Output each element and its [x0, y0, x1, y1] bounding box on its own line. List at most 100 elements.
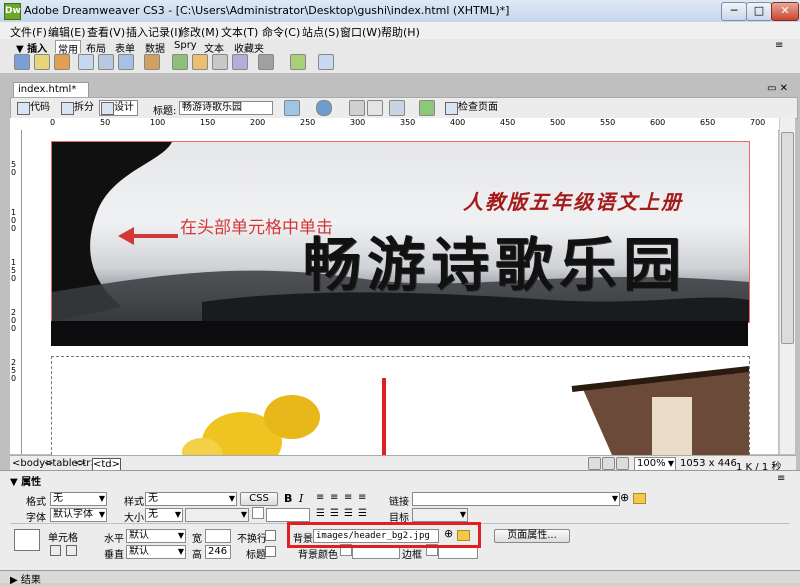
date-icon[interactable] — [172, 54, 188, 70]
insert-panel-header[interactable]: ▼ 插入 — [14, 40, 49, 55]
page-properties-button[interactable]: 页面属性... — [494, 529, 570, 543]
menu-help[interactable]: 帮助(H) — [381, 24, 420, 40]
hand-tool-icon[interactable] — [602, 457, 615, 470]
width-input[interactable] — [205, 529, 231, 543]
menu-window[interactable]: 窗口(W) — [340, 24, 381, 40]
code-view-button[interactable]: 代码 — [15, 100, 54, 116]
code-view-icon — [17, 102, 30, 115]
file-management-icon[interactable] — [284, 100, 300, 116]
select-tool-icon[interactable] — [588, 457, 601, 470]
target-select[interactable]: ▼ — [412, 508, 468, 522]
text-color-swatch[interactable] — [252, 507, 264, 519]
panel-options-icon[interactable]: ≡ — [777, 473, 785, 484]
visual-aids-icon[interactable] — [389, 100, 405, 116]
design-view-label: 设计 — [114, 102, 134, 113]
menu-file[interactable]: 文件(F) — [10, 24, 47, 40]
format-select[interactable]: 无 ▼ — [50, 492, 107, 506]
split-view-button[interactable]: 拆分 — [59, 100, 98, 116]
chevron-down-icon: ▼ — [98, 510, 105, 519]
minimize-button[interactable]: ─ — [721, 2, 747, 21]
maximize-button[interactable]: □ — [746, 2, 772, 21]
font-select[interactable]: 默认字体 ▼ — [50, 508, 107, 522]
validate-markup-icon[interactable] — [419, 100, 435, 116]
check-page-icon — [445, 102, 458, 115]
zoom-select[interactable]: 100% ▼ — [634, 457, 676, 471]
head-icon[interactable] — [232, 54, 248, 70]
window-size[interactable]: 1053 x 446 — [680, 458, 737, 469]
header-checkbox[interactable] — [265, 546, 276, 557]
tab-forms[interactable]: 表单 — [113, 40, 137, 55]
page-title-input[interactable]: 畅游诗歌乐园 — [179, 101, 273, 115]
italic-button[interactable]: I — [299, 492, 303, 505]
tab-data[interactable]: 数据 — [143, 40, 167, 55]
text-color-input[interactable] — [266, 508, 310, 522]
view-options-icon[interactable] — [367, 100, 383, 116]
style-select[interactable]: 无 ▼ — [145, 492, 237, 506]
split-cell-icon[interactable] — [66, 545, 77, 556]
close-button[interactable]: ✕ — [771, 2, 799, 21]
design-view-button[interactable]: 设计 — [99, 100, 138, 116]
indent-icon[interactable]: ☰ — [358, 508, 367, 519]
menu-site[interactable]: 站点(S) — [302, 24, 340, 40]
font-label: 字体 — [26, 513, 46, 524]
align-left-icon[interactable]: ≡ — [316, 492, 324, 503]
align-justify-icon[interactable]: ≡ — [358, 492, 366, 503]
menu-view[interactable]: 查看(V) — [87, 24, 125, 40]
named-anchor-icon[interactable] — [54, 54, 70, 70]
horizontal-align-select[interactable]: 默认 ▼ — [126, 529, 186, 543]
tab-favorites[interactable]: 收藏夹 — [232, 40, 266, 55]
css-button[interactable]: CSS — [240, 492, 278, 506]
tab-layout[interactable]: 布局 — [84, 40, 108, 55]
ruler-mark: 0 — [11, 324, 17, 333]
folder-icon[interactable] — [633, 493, 646, 504]
menu-commands[interactable]: 命令(C) — [262, 24, 300, 40]
properties-header[interactable]: ▼ 属性 — [10, 473, 41, 488]
point-to-file-icon[interactable]: ⊕ — [620, 491, 629, 504]
document-window-controls-icon[interactable]: ▭ ✕ — [767, 83, 788, 94]
check-page-button[interactable]: 检查页面 — [443, 100, 502, 116]
merge-cells-icon[interactable] — [50, 545, 61, 556]
tab-text[interactable]: 文本 — [202, 40, 226, 55]
content-cell[interactable] — [51, 356, 750, 455]
comment-icon[interactable] — [212, 54, 228, 70]
banner-main-title: 畅游诗歌乐园 — [303, 231, 688, 299]
vertical-align-select[interactable]: 默认 ▼ — [126, 545, 186, 559]
horizontal-align-value: 默认 — [129, 530, 149, 541]
menu-text[interactable]: 文本(T) — [221, 24, 258, 40]
menu-edit[interactable]: 编辑(E) — [48, 24, 86, 40]
templates-icon[interactable] — [290, 54, 306, 70]
layer-icon[interactable] — [98, 54, 114, 70]
image-icon[interactable] — [118, 54, 134, 70]
zoom-tool-icon[interactable] — [616, 457, 629, 470]
align-center-icon[interactable]: ≡ — [330, 492, 338, 503]
height-input[interactable]: 246 — [205, 545, 231, 559]
outdent-icon[interactable]: ☰ — [344, 508, 353, 519]
tag-chooser-icon[interactable] — [318, 54, 334, 70]
size-unit-select[interactable]: ▼ — [185, 508, 249, 522]
server-side-include-icon[interactable] — [192, 54, 208, 70]
table-icon[interactable] — [78, 54, 94, 70]
panel-options-icon[interactable]: ≡ — [775, 40, 783, 51]
preview-browser-icon[interactable] — [316, 100, 332, 116]
link-input[interactable]: ▼ — [412, 492, 620, 506]
hyperlink-icon[interactable] — [14, 54, 30, 70]
ruler-mark: 400 — [450, 118, 466, 127]
menu-insert[interactable]: 插入记录(I) — [126, 24, 182, 40]
nowrap-checkbox[interactable] — [265, 530, 276, 541]
size-select[interactable]: 无 ▼ — [145, 508, 183, 522]
document-tab[interactable]: index.html* — [13, 82, 89, 98]
results-panel-label[interactable]: ▶ 结果 — [10, 571, 41, 586]
media-icon[interactable] — [144, 54, 160, 70]
bold-button[interactable]: B — [284, 492, 292, 505]
tab-spry[interactable]: Spry — [172, 40, 199, 52]
chevron-down-icon: ▼ — [459, 510, 466, 519]
unordered-list-icon[interactable]: ☰ — [316, 508, 325, 519]
refresh-icon[interactable] — [349, 100, 365, 116]
vertical-scrollbar-thumb[interactable] — [781, 132, 794, 344]
ordered-list-icon[interactable]: ☰ — [330, 508, 339, 519]
menu-modify[interactable]: 修改(M) — [179, 24, 219, 40]
tab-common[interactable]: 常用 — [55, 40, 81, 56]
align-right-icon[interactable]: ≡ — [344, 492, 352, 503]
email-link-icon[interactable] — [34, 54, 50, 70]
script-icon[interactable] — [258, 54, 274, 70]
